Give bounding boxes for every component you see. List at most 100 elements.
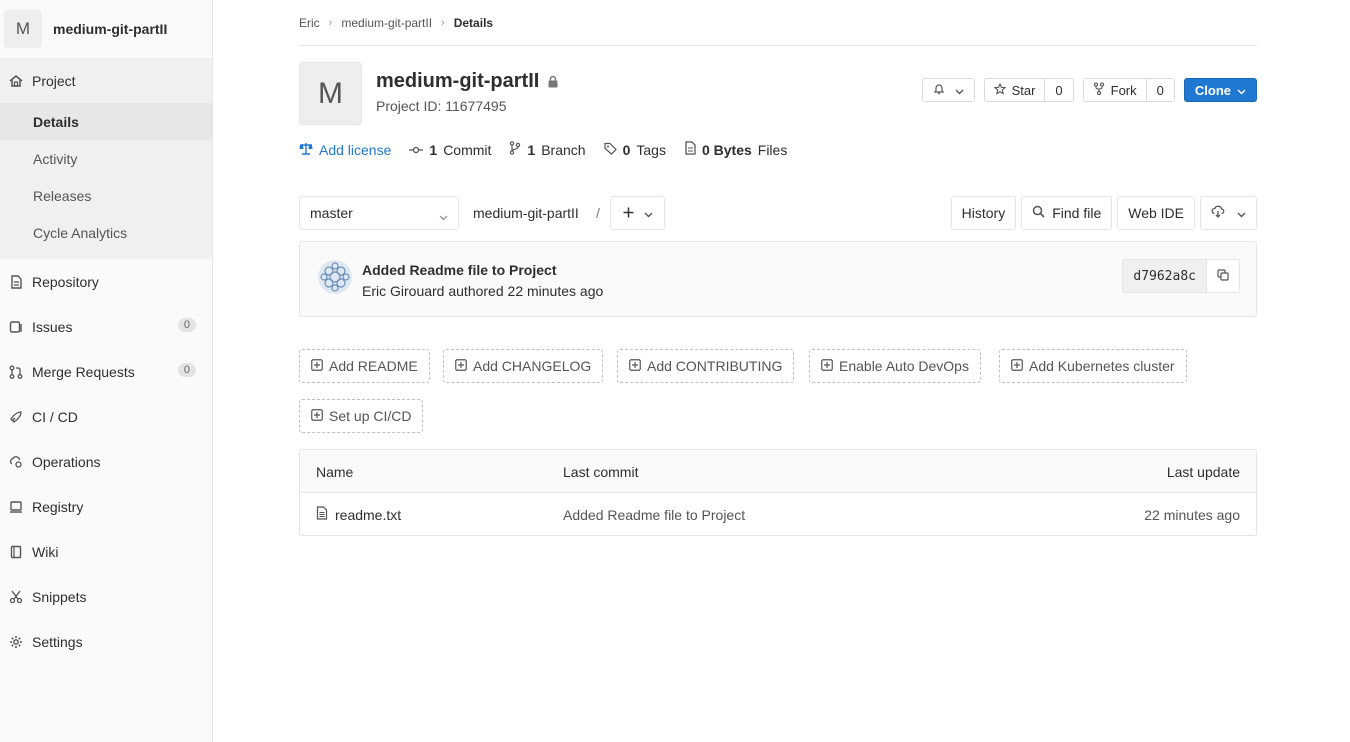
sidebar-item-ci-cd[interactable]: CI / CD	[0, 394, 212, 439]
fork-count[interactable]: 0	[1145, 79, 1174, 101]
header-last-commit: Last commit	[563, 464, 639, 480]
breadcrumb: Eric › medium-git-partII › Details	[299, 0, 1257, 46]
file-last-update: 22 minutes ago	[1144, 507, 1240, 523]
tag-icon	[603, 142, 617, 158]
find-file-button[interactable]: Find file	[1021, 196, 1113, 230]
add-changelog-button[interactable]: Add CHANGELOG	[443, 349, 604, 383]
sidebar-subitem-details[interactable]: Details	[0, 103, 212, 140]
project-id: Project ID: 11677495	[376, 98, 507, 114]
repo-path-root[interactable]: medium-git-partII	[473, 205, 579, 221]
sidebar-item-label: Repository	[32, 273, 99, 290]
sidebar-item-label: Snippets	[32, 588, 87, 605]
cloud-gear-icon	[9, 455, 23, 469]
lock-icon	[547, 75, 559, 88]
file-name-cell[interactable]: readme.txt	[316, 506, 401, 523]
fork-button[interactable]: Fork	[1084, 79, 1146, 101]
set-up-ci-cd-label: Set up CI/CD	[329, 408, 412, 424]
sidebar-item-repository[interactable]: Repository	[0, 259, 212, 304]
web-ide-button[interactable]: Web IDE	[1117, 196, 1195, 230]
header-last-update: Last update	[1166, 464, 1240, 480]
commit-sha-group: d7962a8c	[1122, 259, 1240, 293]
project-title: medium-git-partII	[376, 70, 540, 92]
files-stat[interactable]: 0 Bytes Files	[684, 141, 787, 158]
sidebar-subitem-releases[interactable]: Releases	[0, 177, 212, 214]
chevron-down-icon	[1237, 83, 1246, 98]
project-nav-section: Project Details Activity Releases Cycle …	[0, 58, 212, 259]
commit-icon	[409, 142, 424, 158]
add-changelog-label: Add CHANGELOG	[473, 358, 592, 374]
sidebar-subitem-activity[interactable]: Activity	[0, 140, 212, 177]
add-license-link[interactable]: Add license	[299, 142, 391, 158]
sidebar-item-label: Merge Requests	[32, 363, 135, 380]
fork-icon	[1093, 82, 1105, 98]
sidebar-item-registry[interactable]: Registry	[0, 484, 212, 529]
merge-requests-count-badge: 0	[177, 363, 196, 377]
sidebar-item-label: Project	[32, 72, 76, 89]
home-icon	[9, 74, 23, 88]
breadcrumb-current[interactable]: Details	[454, 16, 493, 30]
sidebar-item-label: Issues	[32, 318, 73, 335]
scale-icon	[299, 142, 313, 158]
star-button-group: Star 0	[983, 78, 1074, 102]
add-license-label: Add license	[319, 141, 392, 158]
issues-icon	[9, 320, 23, 334]
enable-auto-devops-button[interactable]: Enable Auto DevOps	[809, 349, 981, 383]
container-icon	[9, 500, 23, 514]
project-actions: Star 0 Fork 0 Clone	[921, 78, 1257, 102]
star-count[interactable]: 0	[1044, 79, 1072, 101]
commit-title[interactable]: Added Readme file to Project	[362, 262, 556, 278]
sidebar-item-wiki[interactable]: Wiki	[0, 529, 212, 574]
search-icon	[1032, 205, 1045, 221]
book-icon	[9, 545, 23, 559]
branches-stat[interactable]: 1 Branch	[509, 141, 586, 158]
add-kubernetes-cluster-button[interactable]: Add Kubernetes cluster	[999, 349, 1187, 383]
project-header: M medium-git-partII Project ID: 11677495…	[299, 62, 1257, 126]
add-readme-button[interactable]: Add README	[299, 349, 430, 383]
path-separator: /	[596, 205, 600, 221]
file-name: readme.txt	[335, 506, 402, 523]
add-file-dropdown[interactable]	[610, 196, 665, 230]
breadcrumb-item-project[interactable]: medium-git-partII	[341, 16, 432, 30]
notifications-dropdown[interactable]	[921, 78, 975, 102]
history-button[interactable]: History	[950, 196, 1017, 230]
sidebar-item-merge-requests[interactable]: Merge Requests 0	[0, 349, 212, 394]
file-icon	[316, 506, 328, 523]
project-subnav: Details Activity Releases Cycle Analytic…	[0, 103, 212, 259]
sidebar-item-issues[interactable]: Issues 0	[0, 304, 212, 349]
breadcrumb-item-eric[interactable]: Eric	[299, 16, 320, 30]
files-label: Files	[757, 141, 788, 158]
sidebar-item-label: Wiki	[32, 543, 59, 560]
commit-sha[interactable]: d7962a8c	[1122, 259, 1206, 293]
avatar[interactable]	[318, 260, 352, 294]
tags-stat[interactable]: 0 Tags	[603, 142, 666, 158]
sidebar-item-operations[interactable]: Operations	[0, 439, 212, 484]
page-title: medium-git-partII	[376, 70, 559, 93]
branch-select[interactable]: master	[299, 196, 459, 230]
sidebar-item-project[interactable]: Project	[0, 58, 212, 103]
chevron-right-icon: ›	[441, 16, 445, 29]
add-contributing-button[interactable]: Add CONTRIBUTING	[617, 349, 795, 383]
sidebar-item-settings[interactable]: Settings	[0, 619, 212, 664]
file-last-commit[interactable]: Added Readme file to Project	[563, 507, 745, 523]
commits-stat[interactable]: 1 Commit	[409, 142, 491, 158]
table-row[interactable]: readme.txt Added Readme file to Project …	[300, 493, 1256, 535]
add-readme-label: Add README	[329, 358, 418, 374]
branches-label: Branch	[541, 141, 586, 158]
sidebar-item-snippets[interactable]: Snippets	[0, 574, 212, 619]
plus-square-icon	[311, 358, 323, 374]
scissors-icon	[9, 590, 23, 604]
plus-square-icon	[821, 358, 833, 374]
sidebar-subitem-cycle-analytics[interactable]: Cycle Analytics	[0, 214, 212, 251]
branch-select-value: master	[310, 205, 353, 221]
commit-time: 22 minutes ago	[507, 283, 604, 299]
download-dropdown[interactable]	[1200, 196, 1257, 230]
last-commit-panel: Added Readme file to Project Eric Giroua…	[299, 241, 1257, 317]
set-up-ci-cd-button[interactable]: Set up CI/CD	[299, 399, 424, 433]
clone-button[interactable]: Clone	[1183, 78, 1257, 102]
copy-sha-button[interactable]	[1206, 259, 1240, 293]
chevron-down-icon	[644, 205, 653, 221]
commit-author[interactable]: Eric Girouard	[362, 283, 444, 299]
sidebar-item-label: Operations	[32, 453, 101, 470]
sidebar-project-header[interactable]: M medium-git-partII	[0, 0, 212, 58]
star-button[interactable]: Star	[985, 79, 1045, 101]
